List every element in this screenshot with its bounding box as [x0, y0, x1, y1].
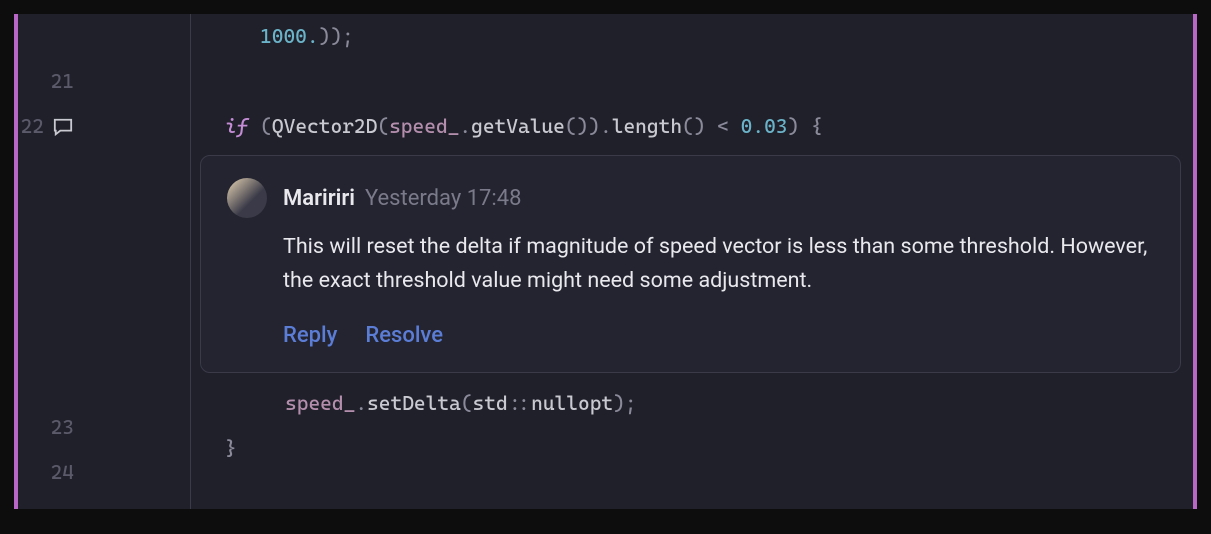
gutter-row: 24: [22, 450, 74, 495]
comment-body: This will reset the delta if magnitude o…: [283, 230, 1154, 299]
code-token-punct: (: [461, 391, 473, 415]
code-token-punct: (: [377, 114, 389, 138]
code-line-empty[interactable]: [90, 59, 1197, 104]
code-token-punct: )): [319, 24, 342, 48]
code-token-variable: speed_: [285, 391, 355, 415]
code-token-number: 0.03: [741, 114, 788, 138]
line-number-gutter: 21 22 23 24: [14, 14, 82, 509]
left-diff-marker: [14, 14, 18, 509]
code-token-method: length: [612, 114, 682, 138]
code-token-type: QVector2D: [272, 114, 377, 138]
line-number: 21: [51, 59, 74, 104]
code-token-punct: (: [248, 114, 271, 138]
indent-guide: [190, 14, 191, 509]
code-line[interactable]: 1000.));: [90, 14, 1197, 59]
line-number: 22: [21, 104, 44, 149]
code-token-punct: ::: [508, 391, 531, 415]
code-token-method: setDelta: [367, 391, 461, 415]
code-token-punct: .: [355, 391, 367, 415]
code-token-brace: }: [225, 436, 237, 460]
line-number: 24: [51, 450, 74, 495]
comment-header: Maririri Yesterday 17:48: [227, 178, 1154, 218]
comment-actions: Reply Resolve: [283, 323, 1154, 348]
comment-timestamp: Yesterday 17:48: [365, 186, 522, 211]
line-number: 23: [51, 405, 74, 450]
author-line: Maririri Yesterday 17:48: [283, 186, 521, 211]
code-token-namespace: std: [473, 391, 508, 415]
gutter-row: 22: [22, 104, 74, 149]
code-token-operator: <: [717, 114, 729, 138]
code-area[interactable]: 1000.)); if (QVector2D(speed_.getValue()…: [82, 14, 1197, 509]
space: [729, 114, 741, 138]
code-line[interactable]: if (QVector2D(speed_.getValue()).length(…: [90, 104, 1197, 149]
code-token-punct: (): [682, 114, 717, 138]
code-token-number: 1000.: [260, 24, 319, 48]
code-token-variable: speed_: [389, 114, 459, 138]
code-token-identifier: nullopt: [531, 391, 613, 415]
comment-author[interactable]: Maririri: [283, 186, 355, 211]
code-token-punct: );: [613, 391, 636, 415]
code-line[interactable]: }: [90, 426, 1197, 471]
gutter-spacer: [22, 149, 74, 405]
code-token-punct: ) {: [788, 114, 823, 138]
comment-icon[interactable]: [52, 117, 74, 137]
code-editor: 21 22 23 24 1000.)); if (QVector2D(speed…: [14, 14, 1197, 509]
code-token-punct: .: [459, 114, 471, 138]
resolve-button[interactable]: Resolve: [365, 323, 443, 348]
gutter-row: [22, 14, 74, 59]
reply-button[interactable]: Reply: [283, 323, 337, 348]
code-token-keyword: if: [225, 114, 248, 138]
gutter-row: 21: [22, 59, 74, 104]
code-token-method: getValue: [471, 114, 565, 138]
avatar[interactable]: [227, 178, 267, 218]
gutter-row: 23: [22, 405, 74, 450]
code-line[interactable]: speed_.setDelta(std::nullopt);: [90, 381, 1197, 426]
code-token-punct: ()).: [565, 114, 612, 138]
inline-comment-card: Maririri Yesterday 17:48 This will reset…: [200, 155, 1181, 373]
code-token-punct: ;: [342, 24, 354, 48]
